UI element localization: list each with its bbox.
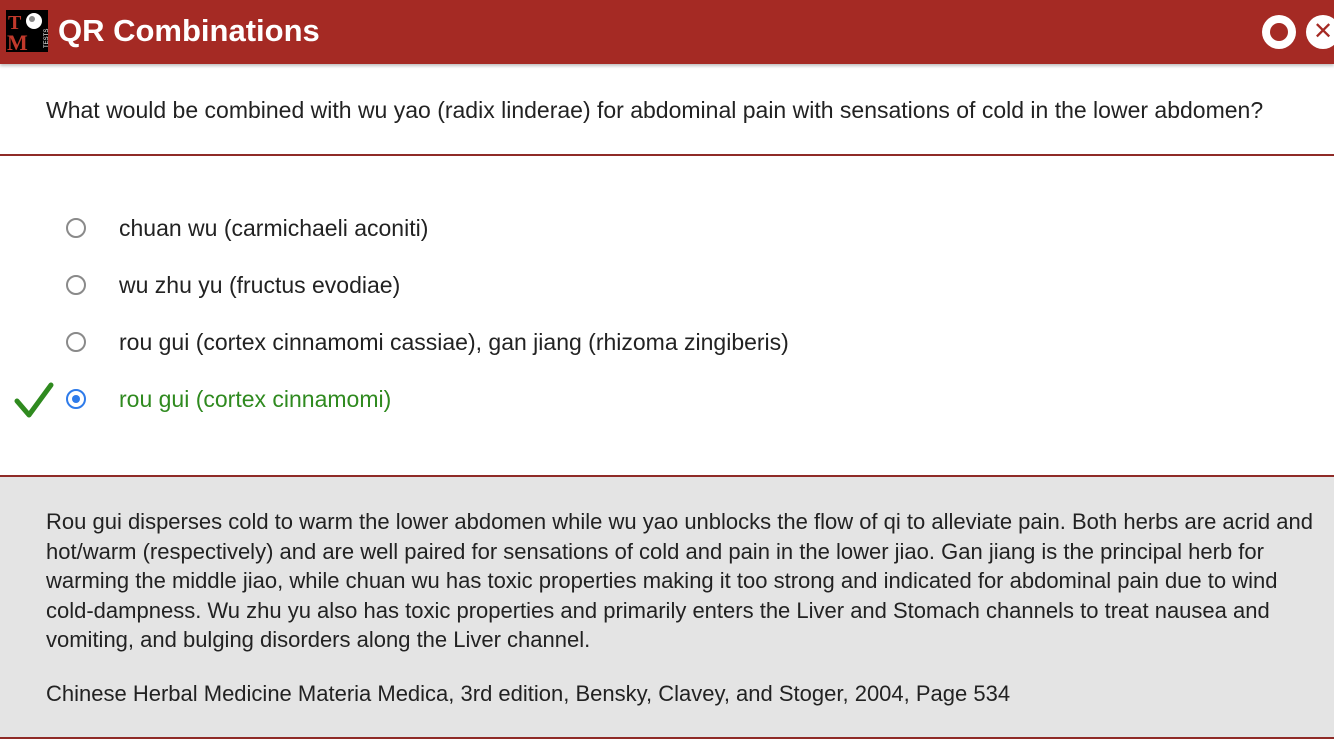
answer-option-1[interactable]: chuan wu (carmichaeli aconiti)	[0, 208, 1334, 248]
close-icon: ✕	[1312, 18, 1334, 45]
title-bar: T M TESTS QR Combinations ✕	[0, 0, 1334, 64]
svg-text:TESTS: TESTS	[44, 29, 48, 48]
correct-checkmark-icon	[14, 382, 54, 418]
close-button[interactable]: ✕	[1306, 15, 1334, 49]
radio-button-selected[interactable]	[66, 389, 86, 409]
answer-label: wu zhu yu (fructus evodiae)	[119, 272, 401, 298]
answer-option-4[interactable]: rou gui (cortex cinnamomi)	[0, 379, 1334, 419]
radio-button[interactable]	[66, 332, 86, 352]
citation-text: Chinese Herbal Medicine Materia Medica, …	[46, 681, 1011, 706]
record-icon	[1270, 23, 1288, 41]
app-title: QR Combinations	[58, 13, 320, 48]
answer-label: rou gui (cortex cinnamomi cassiae), gan …	[119, 329, 789, 355]
answer-option-2[interactable]: wu zhu yu (fructus evodiae)	[0, 265, 1334, 305]
radio-button[interactable]	[66, 275, 86, 295]
svg-text:M: M	[7, 30, 28, 52]
divider	[0, 737, 1334, 739]
divider	[0, 154, 1334, 156]
record-button[interactable]	[1262, 15, 1296, 49]
explanation-panel: Rou gui disperses cold to warm the lower…	[0, 477, 1334, 737]
explanation-text: Rou gui disperses cold to warm the lower…	[46, 509, 1313, 652]
question-text: What would be combined with wu yao (radi…	[46, 97, 1264, 123]
answer-label: chuan wu (carmichaeli aconiti)	[119, 215, 429, 241]
answer-label-correct: rou gui (cortex cinnamomi)	[119, 386, 392, 412]
answer-option-3[interactable]: rou gui (cortex cinnamomi cassiae), gan …	[0, 322, 1334, 362]
tcm-tests-logo-icon: T M TESTS	[6, 10, 48, 52]
radio-button[interactable]	[66, 218, 86, 238]
